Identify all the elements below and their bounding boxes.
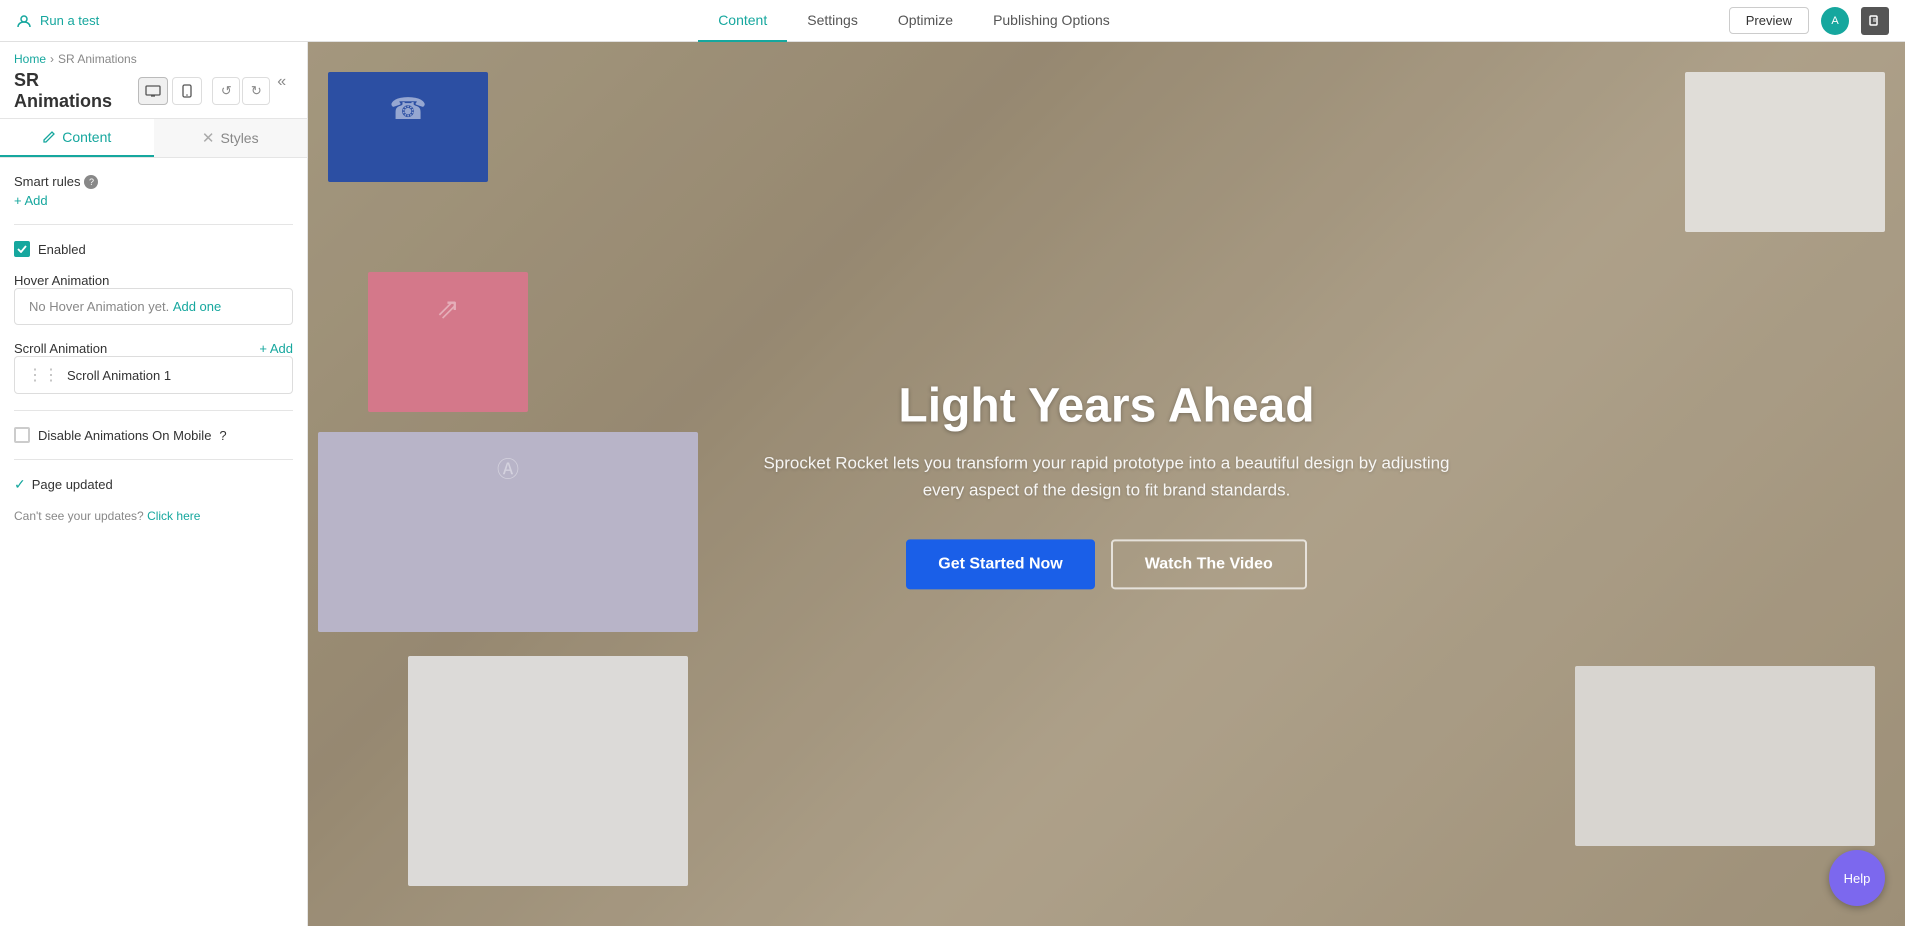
sidebar-header-left: Home › SR Animations SR Animations: [14, 52, 270, 112]
smart-rules-label: Smart rules ?: [14, 174, 98, 189]
click-here-link[interactable]: Click here: [147, 509, 200, 523]
watch-video-button[interactable]: Watch The Video: [1111, 540, 1307, 590]
user-avatar[interactable]: A: [1821, 7, 1849, 35]
mobile-icon: [182, 84, 192, 98]
add-hover-animation-link[interactable]: Add one: [173, 299, 221, 314]
collapse-sidebar-button[interactable]: «: [270, 70, 293, 94]
divider-3: [14, 459, 293, 460]
page-icon[interactable]: [1861, 7, 1889, 35]
view-toggles: ↺ ↻: [138, 77, 270, 105]
breadcrumb-page: SR Animations: [58, 52, 137, 66]
run-test-link[interactable]: Run a test: [16, 13, 99, 29]
sidebar-body: Smart rules ? + Add Enabled: [0, 158, 307, 539]
hero-subtitle: Sprocket Rocket lets you transform your …: [757, 449, 1457, 503]
hover-animation-box: No Hover Animation yet. Add one: [14, 288, 293, 325]
page-icon-svg: [1868, 14, 1882, 28]
undo-redo-group: ↺ ↻: [212, 77, 270, 105]
add-scroll-animation-button[interactable]: + Add: [259, 341, 293, 356]
undo-button[interactable]: ↺: [212, 77, 240, 105]
hover-animation-section: Hover Animation No Hover Animation yet. …: [14, 273, 293, 325]
get-started-button[interactable]: Get Started Now: [906, 540, 1094, 590]
page-updated-check-icon: ✓: [14, 476, 26, 493]
paper-pink-card: ⇗: [368, 272, 528, 412]
enabled-checkbox-row: Enabled: [14, 241, 293, 257]
breadcrumb: Home › SR Animations: [14, 52, 270, 66]
divider-2: [14, 410, 293, 411]
breadcrumb-separator: ›: [50, 52, 54, 66]
drag-handle-icon[interactable]: ⋮⋮: [27, 365, 59, 385]
divider-1: [14, 224, 293, 225]
page-title: SR Animations: [14, 70, 126, 112]
nav-tabs: Content Settings Optimize Publishing Opt…: [698, 0, 1130, 42]
scroll-animation-item: ⋮⋮ Scroll Animation 1: [14, 356, 293, 394]
top-nav-right: Preview A: [1729, 7, 1889, 35]
styles-x-icon: ✕: [202, 129, 215, 147]
scroll-animation-header: Scroll Animation + Add: [14, 341, 293, 356]
scroll-animation-label: Scroll Animation: [14, 341, 107, 356]
tab-settings[interactable]: Settings: [787, 0, 878, 42]
disable-mobile-info-icon: ?: [219, 428, 226, 443]
sidebar: Home › SR Animations SR Animations: [0, 42, 308, 926]
sidebar-tab-styles[interactable]: ✕ Styles: [154, 119, 308, 157]
main-area: Home › SR Animations SR Animations: [0, 42, 1905, 926]
paper-light1-card: [1685, 72, 1885, 232]
hero-background: ☎ ⇗ Ⓐ Light Years Ahead Sprocket Rocket …: [308, 42, 1905, 926]
smart-rules-info-icon: ?: [84, 175, 98, 189]
disable-mobile-row: Disable Animations On Mobile ?: [14, 427, 293, 443]
paper-blue-card: ☎: [328, 72, 488, 182]
run-test-icon: [16, 13, 32, 29]
top-nav: Run a test Content Settings Optimize Pub…: [0, 0, 1905, 42]
mobile-view-button[interactable]: [172, 77, 202, 105]
smart-rules-section: Smart rules ? + Add: [14, 174, 293, 208]
hero-content: Light Years Ahead Sprocket Rocket lets y…: [757, 378, 1457, 589]
sidebar-header: Home › SR Animations SR Animations: [0, 42, 307, 119]
help-button[interactable]: Help: [1829, 850, 1885, 906]
preview-area: ☎ ⇗ Ⓐ Light Years Ahead Sprocket Rocket …: [308, 42, 1905, 926]
sidebar-tab-content[interactable]: Content: [0, 119, 154, 157]
preview-button[interactable]: Preview: [1729, 7, 1809, 34]
hero-title: Light Years Ahead: [757, 378, 1457, 433]
hero-buttons: Get Started Now Watch The Video: [757, 540, 1457, 590]
desktop-icon: [145, 85, 161, 97]
enabled-checkbox[interactable]: [14, 241, 30, 257]
tab-content[interactable]: Content: [698, 0, 787, 42]
sidebar-tabs: Content ✕ Styles: [0, 119, 307, 158]
tab-publishing-options[interactable]: Publishing Options: [973, 0, 1130, 42]
content-pencil-icon: [42, 130, 56, 144]
cant-see-updates: Can't see your updates? Click here: [14, 509, 293, 523]
paper-bottom-left-card: [408, 656, 688, 886]
page-updated-status: ✓ Page updated: [14, 476, 293, 493]
hover-animation-label: Hover Animation: [14, 273, 293, 288]
disable-mobile-checkbox[interactable]: [14, 427, 30, 443]
breadcrumb-home[interactable]: Home: [14, 52, 46, 66]
redo-button[interactable]: ↻: [242, 77, 270, 105]
paper-lavender-card: Ⓐ: [318, 432, 698, 632]
paper-light2-card: [1575, 666, 1875, 846]
desktop-view-button[interactable]: [138, 77, 168, 105]
add-smart-rule-button[interactable]: + Add: [14, 193, 293, 208]
scroll-animation-section: Scroll Animation + Add ⋮⋮ Scroll Animati…: [14, 341, 293, 394]
tab-optimize[interactable]: Optimize: [878, 0, 973, 42]
check-icon: [17, 245, 27, 253]
